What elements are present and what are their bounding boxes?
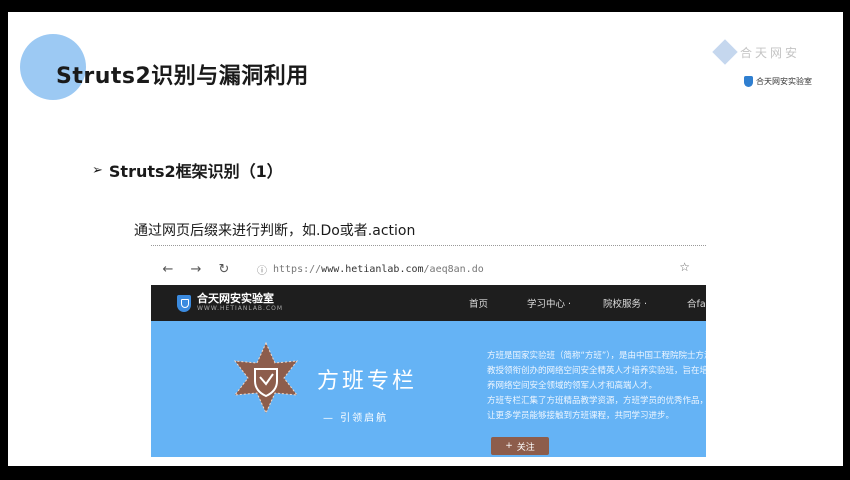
follow-button[interactable]: + 关注 (491, 437, 549, 455)
browser-screenshot: ← → ↻ ⓘ https://www.hetianlab.com/aeq8an… (151, 245, 706, 457)
url-host: www.hetianlab.com (321, 263, 424, 275)
diamond-icon (712, 39, 738, 65)
forward-icon[interactable]: → (185, 262, 207, 277)
brand-name: 合天网安实验室 (756, 77, 812, 86)
info-icon: ⓘ (257, 265, 267, 277)
reload-icon[interactable]: ↻ (213, 262, 235, 277)
faded-logo-text: 合天网安 (740, 45, 801, 60)
shield-icon (177, 294, 191, 312)
follow-label: 关注 (516, 442, 535, 453)
banner-title: 方班专栏 (317, 369, 418, 394)
intro-line: 方班是国家实验班（简称“方班”），是由中国工程院院士方滨兴 (487, 351, 706, 361)
back-icon[interactable]: ← (157, 262, 179, 277)
site-name: 合天网安实验室 (197, 292, 274, 305)
address-bar[interactable]: ⓘ https://www.hetianlab.com/aeq8an.do (257, 262, 484, 277)
description-text: 通过网页后缀来进行判断，如.Do或者.action (134, 223, 416, 239)
site-header: 合天网安实验室 WWW.HETIANLAB.COM 首页 学习中心 · 院校服务… (151, 285, 706, 321)
divider (151, 245, 706, 246)
site-nav: 首页 学习中心 · 院校服务 · 合fans (469, 285, 706, 321)
site-domain: WWW.HETIANLAB.COM (197, 305, 284, 312)
bullet-text: Struts2框架识别（1） (108, 162, 283, 181)
star-badge-icon (233, 341, 299, 415)
brand-logo: 合天网安实验室 (744, 76, 812, 87)
browser-toolbar: ← → ↻ ⓘ https://www.hetianlab.com/aeq8an… (151, 256, 706, 282)
bookmark-star-icon[interactable]: ☆ (679, 260, 690, 274)
arrow-bullet-icon: ➢ (92, 162, 103, 178)
intro-line: 方班专栏汇集了方班精品教学资源，方班学员的优秀作品， (487, 396, 706, 406)
shield-icon (744, 76, 753, 87)
intro-line: 养网络空间安全领域的领军人才和高端人才。 (487, 381, 658, 391)
faded-logo: 合天网安 (708, 38, 833, 66)
nav-item-school[interactable]: 院校服务 · (603, 296, 687, 310)
url-prefix: https:// (273, 263, 322, 275)
bullet-heading: ➢ Struts2框架识别（1） (92, 158, 283, 182)
intro-line: 让更多学员能够接触到方班课程，共同学习进步。 (487, 411, 675, 421)
nav-item-learning[interactable]: 学习中心 · (527, 296, 603, 310)
plus-icon: + (505, 441, 513, 451)
nav-item-home[interactable]: 首页 (469, 296, 527, 310)
site-logo[interactable]: 合天网安实验室 WWW.HETIANLAB.COM (177, 293, 283, 313)
banner-subtitle: — 引领启航 (323, 413, 389, 424)
intro-line: 教授领衔创办的网络空间安全精英人才培养实验班，旨在培 (487, 366, 706, 376)
slide: Struts2识别与漏洞利用 合天网安 合天网安实验室 ➢ Struts2框架识… (8, 12, 843, 466)
slide-title: Struts2识别与漏洞利用 (56, 64, 309, 89)
nav-item-fans[interactable]: 合fans (687, 296, 706, 310)
corner-logo: 合天网安 合天网安实验室 (708, 38, 833, 100)
banner-intro: 方班是国家实验班（简称“方班”），是由中国工程院院士方滨兴 教授领衔创办的网络空… (487, 349, 706, 424)
banner: 方班专栏 — 引领启航 方班是国家实验班（简称“方班”），是由中国工程院院士方滨… (151, 321, 706, 457)
url-path: /aeq8an.do (423, 263, 484, 275)
